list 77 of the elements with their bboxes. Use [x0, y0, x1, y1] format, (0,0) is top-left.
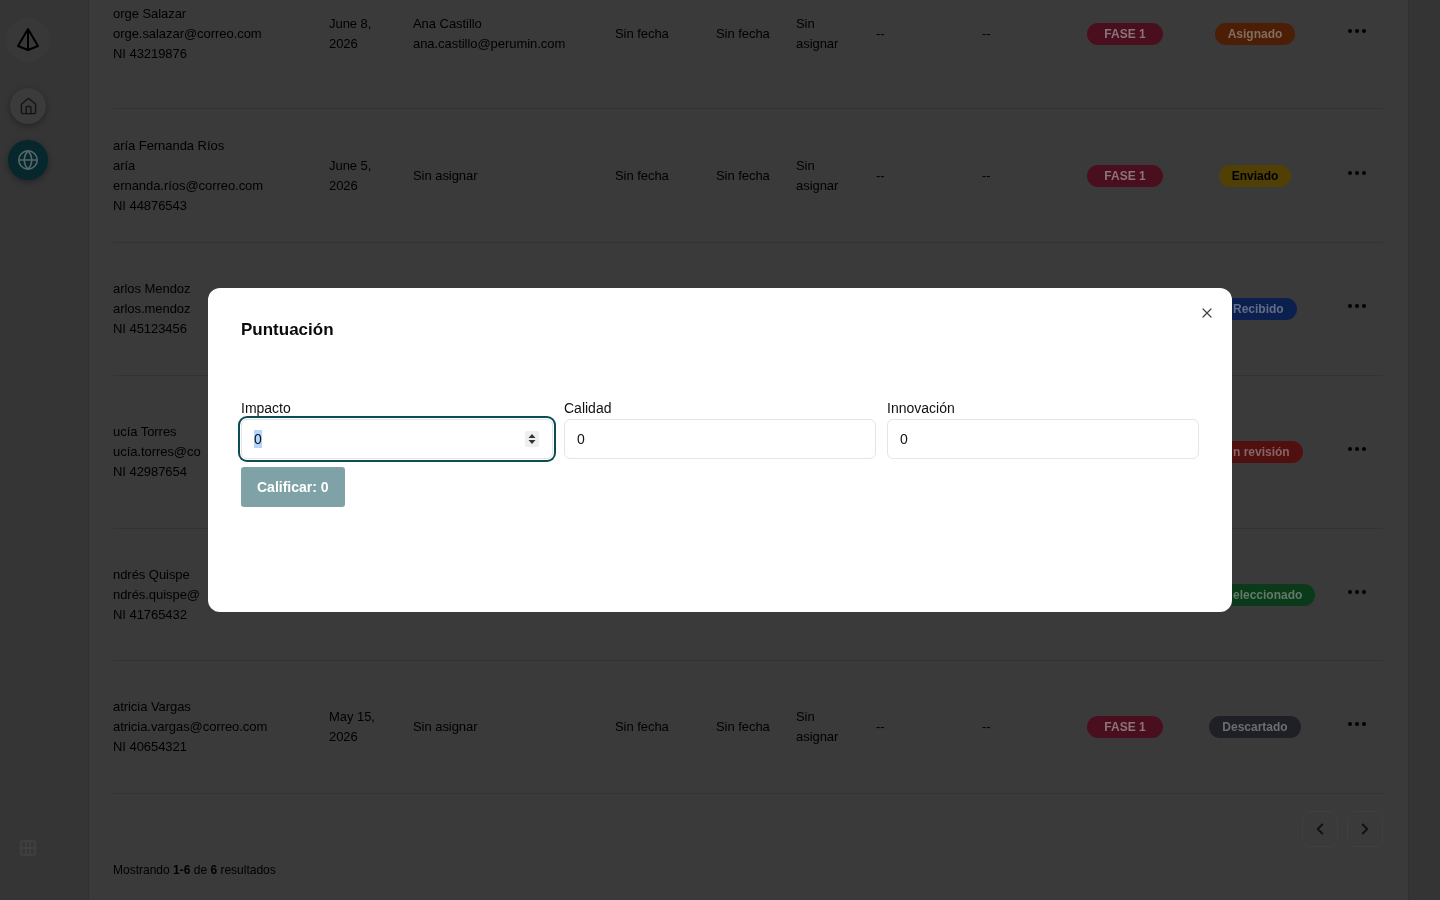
cell-text: ndrés.quispe@: [113, 585, 200, 604]
cell-text: aría: [113, 156, 136, 175]
home-button[interactable]: [10, 88, 46, 124]
cell-text: Sin fecha: [615, 718, 669, 736]
globe-icon: [17, 149, 39, 171]
cell-text: Ana Castillo: [413, 14, 482, 33]
cell-text: Sin fecha: [716, 24, 770, 43]
cell-text: NI 43219876: [113, 44, 187, 63]
cell-text: --: [982, 718, 991, 736]
ellipsis-icon: [1347, 170, 1366, 175]
date-text: June 8, 2026: [329, 14, 373, 53]
status-badge: n revisión: [1232, 441, 1303, 463]
cell-text: NI 42987654: [113, 463, 187, 481]
cell-text: Sin fecha: [615, 166, 669, 185]
status-badge: eleccionado: [1232, 583, 1316, 606]
date-text: May 15, 2026: [329, 708, 376, 746]
number-field[interactable]: 0: [564, 419, 876, 459]
cell-text: orge Salazar: [113, 4, 187, 23]
cell-text: Sin fecha: [615, 24, 669, 43]
more-button[interactable]: [1347, 170, 1366, 175]
more-button[interactable]: [1347, 28, 1366, 33]
ellipsis-icon: [1347, 722, 1366, 726]
more-button[interactable]: [1347, 304, 1366, 308]
field-label: Calidad: [564, 399, 612, 417]
cell-text: Sin fecha: [716, 166, 770, 185]
cell-text: Sin fecha: [716, 718, 770, 736]
cell-text: Sin asignar: [413, 166, 478, 185]
ellipsis-icon: [1347, 589, 1366, 594]
cell-text: Sin asignar: [796, 708, 840, 746]
cell-text: arlos.mendoz: [113, 300, 191, 318]
cell-text: --: [876, 166, 885, 185]
phase-badge: FASE 1: [1087, 22, 1163, 45]
cell-text: atricia Vargas: [113, 698, 191, 716]
cell-text: ndrés Quispe: [113, 565, 190, 584]
previous-page-button[interactable]: [1302, 811, 1338, 847]
cell-text: ernanda.ríos@correo.com: [113, 176, 264, 195]
home-icon: [18, 96, 38, 116]
ellipsis-icon: [1347, 304, 1366, 308]
ellipsis-icon: [1347, 447, 1366, 451]
ellipsis-icon: [1347, 28, 1366, 33]
cell-text: --: [982, 166, 991, 185]
globe-button[interactable]: [8, 140, 48, 180]
cell-text: Sin asignar: [796, 14, 840, 53]
more-button[interactable]: [1347, 447, 1366, 451]
next-page-button[interactable]: [1347, 811, 1383, 847]
spinner-icon[interactable]: [525, 431, 539, 447]
cell-text: arlos Mendoz: [113, 280, 191, 298]
phase-badge: FASE 1: [1087, 716, 1163, 738]
cell-text: --: [982, 24, 991, 43]
more-button[interactable]: [1347, 589, 1366, 594]
cell-text: NI 45123456: [113, 320, 187, 338]
cell-text: aría Fernanda Ríos: [113, 136, 225, 155]
cell-text: --: [876, 718, 885, 736]
cell-text: ucía.torres@co: [113, 443, 201, 461]
cell-text: orge.salazar@correo.com: [113, 24, 262, 43]
status-badge: Descartado: [1209, 716, 1301, 738]
field-label: Impacto: [241, 399, 291, 417]
cell-text: NI 44876543: [113, 196, 187, 215]
cell-text: Sin asignar: [796, 156, 840, 195]
cell-text: NI 40654321: [113, 738, 187, 756]
results-summary: Mostrando 1-6 de 6 resultados: [113, 862, 276, 878]
status-badge: Recibido: [1232, 298, 1297, 320]
date-text: June 5, 2026: [329, 156, 373, 195]
phase-badge: FASE 1: [1087, 164, 1163, 187]
cell-text: Sin asignar: [413, 718, 478, 736]
status-badge: Enviado: [1218, 164, 1292, 187]
number-field[interactable]: 0: [887, 419, 1199, 459]
field-label: Innovación: [887, 399, 955, 417]
more-button[interactable]: [1347, 722, 1366, 726]
cell-text: ana.castillo@perumin.com: [413, 34, 566, 53]
number-field[interactable]: 0: [241, 419, 553, 459]
dialog-title: Puntuación: [241, 319, 334, 341]
cell-text: ucía Torres: [113, 423, 177, 441]
cell-text: --: [876, 24, 885, 43]
status-badge: Asignado: [1214, 22, 1296, 45]
cell-text: atricia.vargas@correo.com: [113, 718, 268, 736]
cell-text: NI 41765432: [113, 605, 187, 624]
